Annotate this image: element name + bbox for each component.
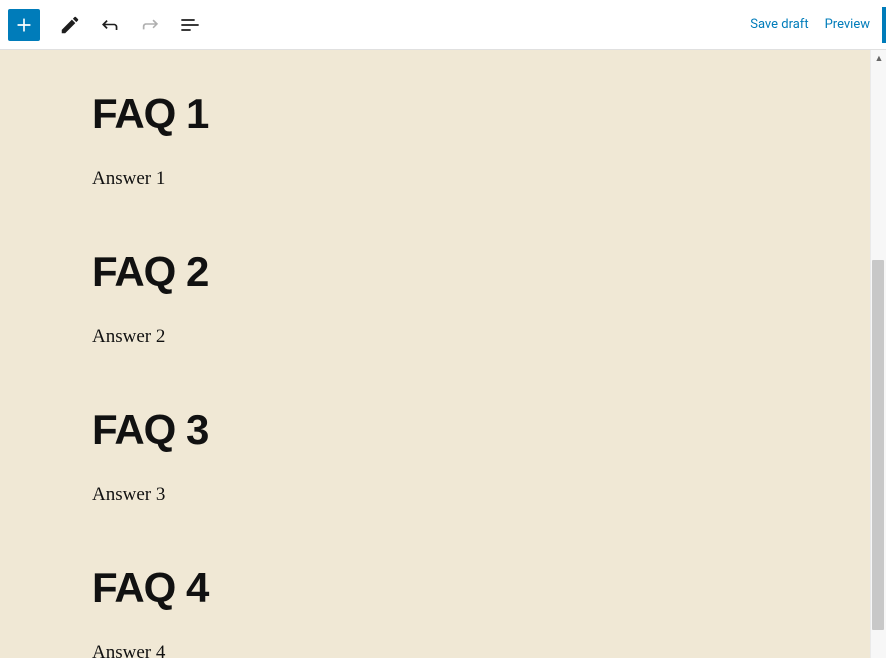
faq-answer[interactable]: Answer 4 [92,642,778,658]
undo-button[interactable] [92,7,128,43]
faq-block[interactable]: FAQ 4 Answer 4 [92,564,778,658]
settings-panel-edge[interactable] [882,7,886,43]
faq-block[interactable]: FAQ 3 Answer 3 [92,406,778,506]
faq-answer[interactable]: Answer 1 [92,168,778,190]
undo-icon [98,13,122,37]
pencil-icon [59,14,81,36]
editor-toolbar: Save draft Preview [0,0,886,50]
faq-heading[interactable]: FAQ 3 [92,406,778,454]
preview-button[interactable]: Preview [825,17,870,32]
faq-heading[interactable]: FAQ 2 [92,248,778,296]
content-area: FAQ 1 Answer 1 FAQ 2 Answer 2 FAQ 3 Answ… [0,50,870,658]
redo-icon [138,13,162,37]
faq-heading[interactable]: FAQ 1 [92,90,778,138]
faq-block[interactable]: FAQ 1 Answer 1 [92,90,778,190]
add-block-button[interactable] [8,9,40,41]
list-icon [178,13,202,37]
scroll-up-arrow[interactable]: ▲ [871,50,886,66]
faq-answer[interactable]: Answer 2 [92,326,778,348]
scrollbar-track[interactable]: ▲ [870,50,886,658]
faq-heading[interactable]: FAQ 4 [92,564,778,612]
toolbar-left-group [8,7,208,43]
save-draft-button[interactable]: Save draft [750,17,808,32]
edit-button[interactable] [52,7,88,43]
document-outline-button[interactable] [172,7,208,43]
faq-block[interactable]: FAQ 2 Answer 2 [92,248,778,348]
redo-button[interactable] [132,7,168,43]
editor-canvas-wrapper: FAQ 1 Answer 1 FAQ 2 Answer 2 FAQ 3 Answ… [0,50,886,658]
editor-canvas[interactable]: FAQ 1 Answer 1 FAQ 2 Answer 2 FAQ 3 Answ… [0,50,870,658]
toolbar-right-group: Save draft Preview [750,17,878,32]
faq-answer[interactable]: Answer 3 [92,484,778,506]
plus-icon [14,15,34,35]
scrollbar-thumb[interactable] [872,260,884,630]
